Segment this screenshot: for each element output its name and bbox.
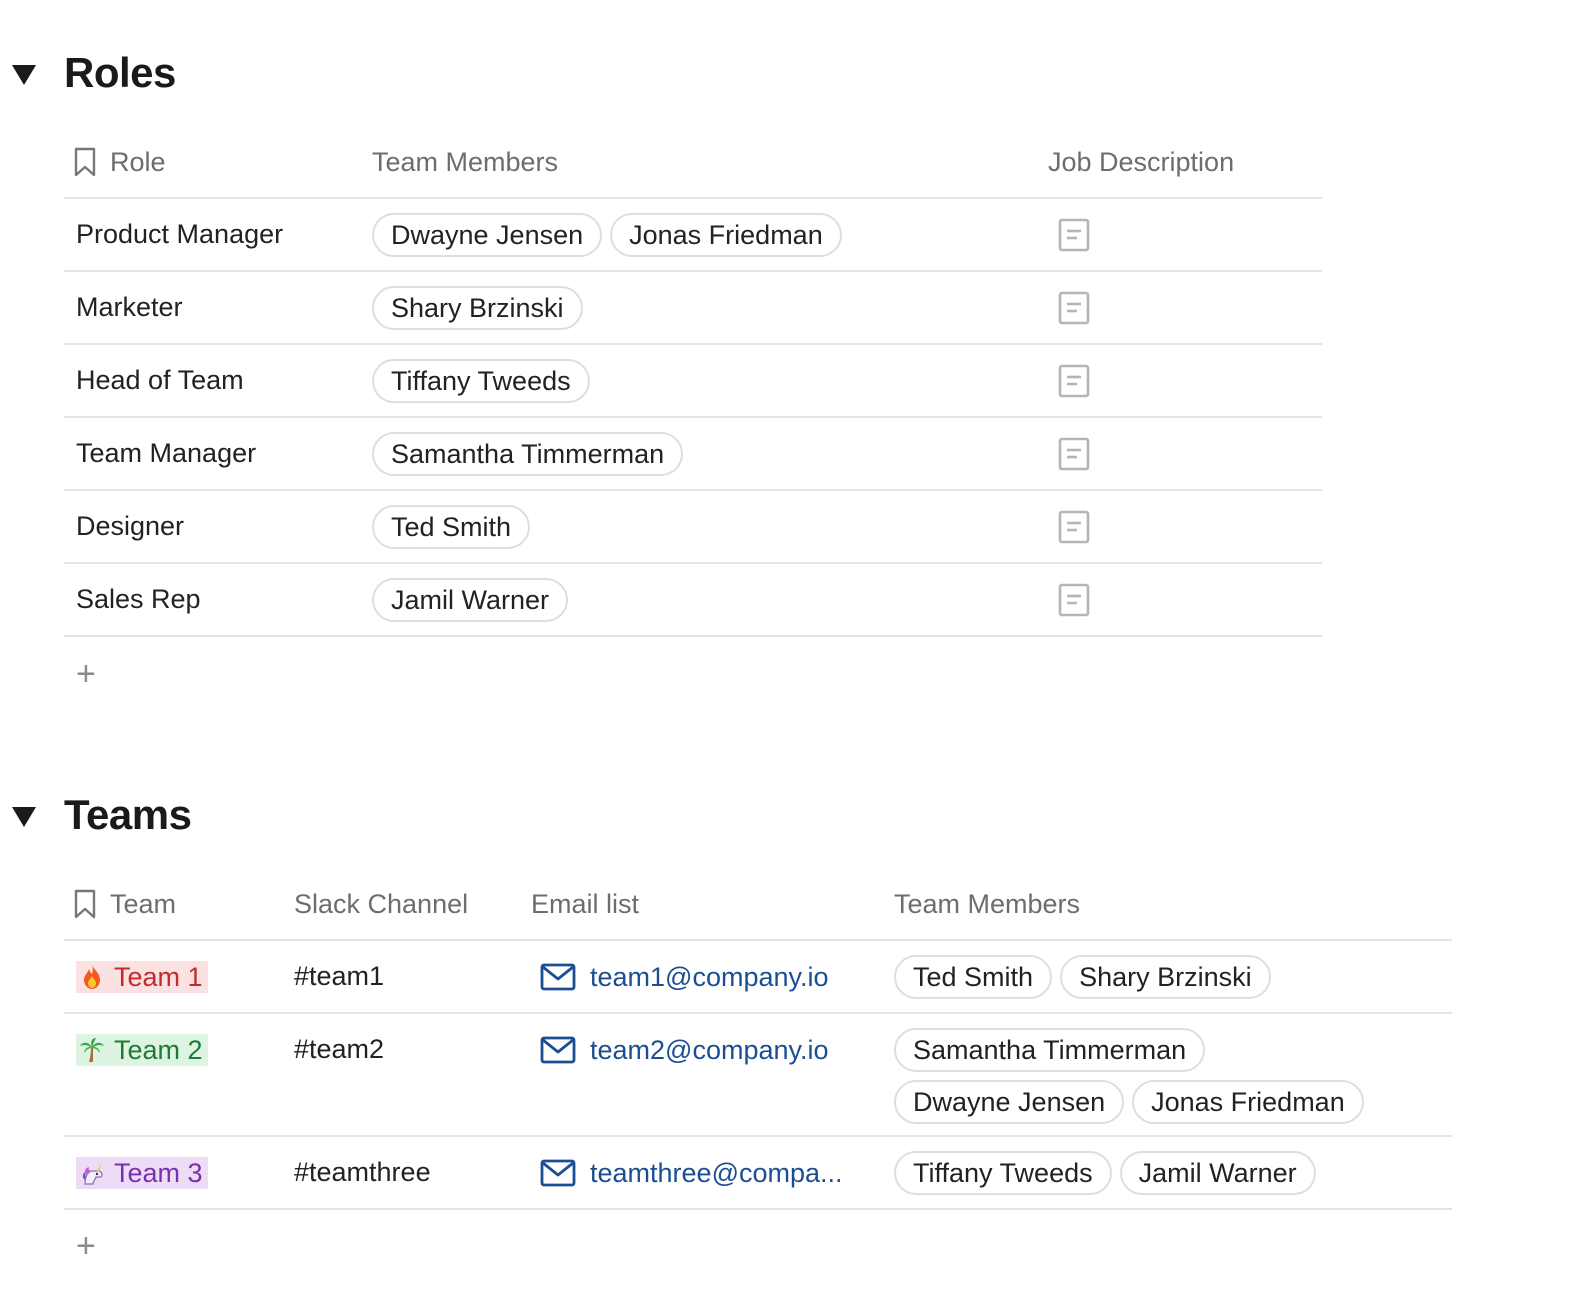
member-chip[interactable]: Samantha Timmerman bbox=[894, 1028, 1206, 1072]
teams-header: Teams bbox=[0, 787, 600, 847]
email-address: team2@company.io bbox=[590, 1034, 829, 1065]
mail-icon bbox=[540, 1159, 576, 1187]
member-chip[interactable]: Tiffany Tweeds bbox=[372, 359, 590, 403]
bookmark-icon bbox=[73, 889, 97, 919]
column-header-label: Team Members bbox=[894, 888, 1081, 919]
job-description-doc-icon[interactable] bbox=[1058, 510, 1090, 544]
email-link[interactable]: team2@company.io bbox=[540, 1034, 885, 1066]
member-chip[interactable]: Dwayne Jensen bbox=[894, 1080, 1125, 1124]
team-members-cell[interactable]: Ted Smith Shary Brzinski bbox=[894, 955, 1394, 999]
roles-section: Roles Role Team Members Job Description … bbox=[0, 0, 1584, 700]
email-address: teamthree@compa... bbox=[590, 1157, 843, 1188]
team-name-label: Team 1 bbox=[114, 961, 203, 992]
column-header-label: Team bbox=[110, 888, 177, 919]
member-chip[interactable]: Jonas Friedman bbox=[1132, 1080, 1364, 1124]
job-description-doc-icon[interactable] bbox=[1058, 583, 1090, 617]
job-description-doc-icon[interactable] bbox=[1058, 218, 1090, 252]
teams-section: Teams Team Slack Channel Email list Team… bbox=[0, 760, 1584, 1296]
team-name-tag[interactable]: Team 2 bbox=[76, 1034, 208, 1066]
member-chip[interactable]: Ted Smith bbox=[372, 505, 531, 549]
palm-tree-icon bbox=[79, 1037, 105, 1063]
team-members-cell[interactable]: Shary Brzinski bbox=[372, 286, 1012, 330]
table-row[interactable]: Team 3 #teamthree teamthree@compa... Tiffan… bbox=[64, 1137, 1452, 1210]
unicorn-icon bbox=[79, 1160, 105, 1186]
team-name-label: Team 2 bbox=[114, 1034, 203, 1065]
column-header-team-members[interactable]: Team Members bbox=[894, 864, 1080, 944]
team-members-cell[interactable]: Jamil Warner bbox=[372, 578, 1012, 622]
email-link[interactable]: team1@company.io bbox=[540, 961, 885, 993]
team-name-tag[interactable]: Team 1 bbox=[76, 961, 208, 993]
column-header-label: Role bbox=[110, 146, 166, 177]
row-divider bbox=[64, 635, 1322, 637]
team-name-tag[interactable]: Team 3 bbox=[76, 1157, 208, 1189]
teams-table: Team Slack Channel Email list Team Membe… bbox=[64, 864, 1452, 1284]
member-chip[interactable]: Jonas Friedman bbox=[610, 213, 842, 257]
column-header-label: Slack Channel bbox=[294, 888, 469, 919]
email-address: team1@company.io bbox=[590, 961, 829, 992]
team-members-cell[interactable]: Tiffany Tweeds Jamil Warner bbox=[894, 1151, 1394, 1195]
column-header-job-description[interactable]: Job Description bbox=[1048, 122, 1234, 202]
team-members-cell[interactable]: Samantha Timmerman bbox=[372, 432, 1012, 476]
slack-channel-cell[interactable]: #team1 bbox=[294, 941, 384, 1012]
table-row[interactable]: Product Manager Dwayne Jensen Jonas Friedm… bbox=[64, 199, 1322, 272]
role-name-cell[interactable]: Sales Rep bbox=[76, 564, 201, 635]
email-link[interactable]: teamthree@compa... bbox=[540, 1157, 885, 1189]
role-name-cell[interactable]: Marketer bbox=[76, 272, 183, 343]
add-row-button[interactable]: + bbox=[76, 657, 96, 691]
column-header-label: Job Description bbox=[1048, 146, 1235, 177]
mail-icon bbox=[540, 1036, 576, 1064]
member-chip[interactable]: Jamil Warner bbox=[1119, 1151, 1316, 1195]
column-header-team[interactable]: Team bbox=[64, 864, 176, 944]
team-members-cell[interactable]: Tiffany Tweeds bbox=[372, 359, 1012, 403]
mail-icon bbox=[540, 963, 576, 991]
team-members-cell[interactable]: Samantha Timmerman Dwayne Jensen Jonas Fri… bbox=[894, 1028, 1394, 1124]
job-description-doc-icon[interactable] bbox=[1058, 291, 1090, 325]
slack-channel-cell[interactable]: #teamthree bbox=[294, 1137, 431, 1208]
table-row[interactable]: Designer Ted Smith bbox=[64, 491, 1322, 564]
column-header-role[interactable]: Role bbox=[64, 122, 166, 202]
role-name-cell[interactable]: Team Manager bbox=[76, 418, 256, 489]
teams-collapse-toggle-icon[interactable] bbox=[12, 807, 36, 827]
member-chip[interactable]: Dwayne Jensen bbox=[372, 213, 603, 257]
table-row[interactable]: Sales Rep Jamil Warner bbox=[64, 564, 1322, 637]
table-row[interactable]: Team 2 #team2 team2@company.io Samantha Tim… bbox=[64, 1014, 1452, 1137]
add-row-button[interactable]: + bbox=[76, 1229, 96, 1263]
team-name-label: Team 3 bbox=[114, 1157, 203, 1188]
member-chip[interactable]: Jamil Warner bbox=[372, 578, 569, 622]
roles-table: Role Team Members Job Description Produc… bbox=[64, 122, 1322, 692]
job-description-doc-icon[interactable] bbox=[1058, 364, 1090, 398]
team-members-cell[interactable]: Ted Smith bbox=[372, 505, 1012, 549]
member-chip[interactable]: Samantha Timmerman bbox=[372, 432, 684, 476]
column-header-label: Team Members bbox=[372, 146, 559, 177]
member-chip[interactable]: Shary Brzinski bbox=[372, 286, 583, 330]
roles-header: Roles bbox=[0, 45, 600, 105]
member-chip[interactable]: Shary Brzinski bbox=[1060, 955, 1271, 999]
roles-title: Roles bbox=[64, 49, 176, 96]
fire-icon bbox=[79, 964, 105, 990]
column-header-team-members[interactable]: Team Members bbox=[372, 122, 558, 202]
bookmark-icon bbox=[73, 147, 97, 177]
column-header-email-list[interactable]: Email list bbox=[531, 864, 639, 944]
member-chip[interactable]: Tiffany Tweeds bbox=[894, 1151, 1112, 1195]
teams-title: Teams bbox=[64, 791, 192, 838]
row-divider bbox=[64, 1208, 1452, 1210]
roles-collapse-toggle-icon[interactable] bbox=[12, 65, 36, 85]
job-description-doc-icon[interactable] bbox=[1058, 437, 1090, 471]
column-header-slack-channel[interactable]: Slack Channel bbox=[294, 864, 468, 944]
table-row[interactable]: Team 1 #team1 team1@company.io Ted Smith Sha… bbox=[64, 941, 1452, 1014]
role-name-cell[interactable]: Designer bbox=[76, 491, 184, 562]
role-name-cell[interactable]: Head of Team bbox=[76, 345, 244, 416]
slack-channel-cell[interactable]: #team2 bbox=[294, 1014, 384, 1085]
team-members-cell[interactable]: Dwayne Jensen Jonas Friedman bbox=[372, 213, 1012, 257]
table-row[interactable]: Head of Team Tiffany Tweeds bbox=[64, 345, 1322, 418]
table-row[interactable]: Marketer Shary Brzinski bbox=[64, 272, 1322, 345]
table-row[interactable]: Team Manager Samantha Timmerman bbox=[64, 418, 1322, 491]
member-chip[interactable]: Ted Smith bbox=[894, 955, 1053, 999]
column-header-label: Email list bbox=[531, 888, 640, 919]
role-name-cell[interactable]: Product Manager bbox=[76, 199, 283, 270]
